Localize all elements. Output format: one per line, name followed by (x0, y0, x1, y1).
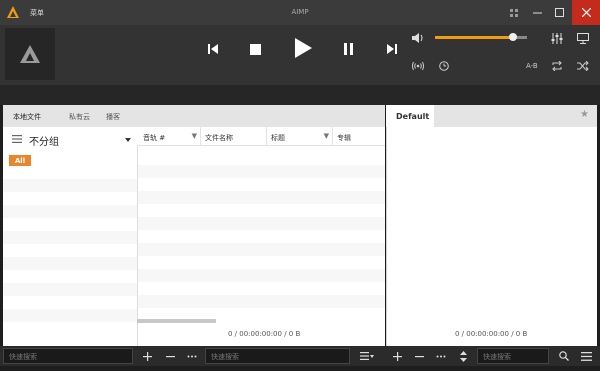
volume-slider[interactable] (435, 33, 527, 41)
clock-icon[interactable] (437, 59, 451, 73)
radio-broadcast-icon[interactable] (411, 59, 425, 73)
table-row-stripe (138, 165, 385, 178)
repeat-icon[interactable] (550, 59, 564, 73)
filter-icon[interactable]: ▼ (192, 132, 197, 140)
window-bottom-edge (0, 366, 600, 371)
tracklist-stats: 0 / 00:00:00:00 / 0 B (228, 330, 301, 338)
playlist-search-input[interactable]: 快速搜索 (477, 348, 549, 364)
chevron-down-icon[interactable] (125, 136, 131, 144)
minimize-icon[interactable] (526, 0, 548, 25)
sort-icon[interactable] (455, 346, 471, 366)
track-list-panel (137, 127, 385, 346)
list-menu-icon[interactable] (356, 346, 378, 366)
column-album[interactable]: 专辑 (333, 127, 385, 146)
next-icon[interactable] (381, 38, 403, 60)
equalizer-icon[interactable] (550, 31, 564, 45)
column-title-label: 标题 (271, 134, 285, 142)
playlist-stats: 0 / 00:00:00:00 / 0 B (455, 330, 528, 338)
grid-icon[interactable] (503, 0, 525, 25)
hamburger-icon[interactable] (12, 135, 22, 145)
player-panel: A-B (0, 25, 600, 85)
previous-icon[interactable] (202, 38, 224, 60)
tab-default-playlist[interactable]: Default (386, 105, 434, 127)
hamburger-icon[interactable] (578, 346, 594, 366)
more-icon[interactable] (433, 346, 449, 366)
column-file-name[interactable]: 文件名称 (201, 127, 267, 146)
list-row-stripe (3, 205, 137, 218)
horizontal-scrollbar[interactable] (137, 319, 216, 323)
column-album-label: 专辑 (337, 134, 351, 142)
album-cover (5, 28, 55, 80)
column-title[interactable]: 标题 ▼ (267, 127, 333, 146)
stop-icon[interactable] (244, 38, 266, 60)
play-icon[interactable] (290, 35, 316, 61)
list-row-stripe (3, 231, 137, 244)
table-row-stripe (138, 243, 385, 256)
volume-knob[interactable] (509, 33, 518, 41)
library-search-input[interactable]: 快速搜索 (3, 348, 133, 364)
tab-local-files[interactable]: 本地文件 (13, 112, 41, 122)
tracklist-search-input[interactable]: 快速搜索 (205, 348, 350, 364)
aimp-cover-logo-icon (20, 45, 40, 63)
bottom-toolbar: 快速搜索 快速搜索 快速搜索 (0, 346, 600, 366)
list-row-stripe (3, 257, 137, 270)
volume-level (435, 36, 514, 39)
list-row-stripe (3, 179, 137, 192)
playlist-panel (386, 105, 597, 346)
table-row-stripe (138, 295, 385, 308)
library-tabs: 本地文件 私有云 播客 (3, 105, 385, 127)
monitor-icon[interactable] (576, 31, 590, 45)
track-info-bar (0, 85, 600, 105)
table-row-stripe (138, 269, 385, 282)
tab-private-cloud[interactable]: 私有云 (69, 112, 90, 122)
list-row-stripe (3, 283, 137, 296)
table-row-stripe (138, 191, 385, 204)
column-header: 音轨 # ▼ 文件名称 标题 ▼ 专辑 (137, 127, 385, 146)
table-row-stripe (138, 217, 385, 230)
more-icon[interactable] (184, 346, 200, 366)
star-icon[interactable]: ★ (580, 109, 589, 120)
remove-icon[interactable] (162, 346, 178, 366)
list-row-stripe (3, 309, 137, 322)
group-title[interactable]: 不分组 (29, 133, 59, 148)
remove-icon[interactable] (411, 346, 427, 366)
pause-icon[interactable] (338, 38, 360, 60)
column-file-name-label: 文件名称 (205, 134, 233, 142)
all-filter-badge[interactable]: All (9, 155, 31, 166)
ab-repeat-button[interactable]: A-B (526, 62, 538, 70)
title-bar: 菜单 AIMP (0, 0, 600, 25)
close-icon[interactable] (572, 0, 600, 25)
search-icon[interactable] (556, 346, 572, 366)
maximize-icon[interactable] (548, 0, 570, 25)
add-icon[interactable] (139, 346, 155, 366)
add-icon[interactable] (389, 346, 405, 366)
shuffle-icon[interactable] (576, 59, 590, 73)
filter-icon[interactable]: ▼ (324, 132, 329, 140)
tab-podcast[interactable]: 播客 (106, 112, 120, 122)
volume-icon[interactable] (411, 31, 425, 45)
column-track-number-label: 音轨 # (143, 134, 166, 142)
column-track-number[interactable]: 音轨 # ▼ (139, 127, 201, 146)
grouping-selector[interactable]: 不分组 (3, 127, 137, 152)
